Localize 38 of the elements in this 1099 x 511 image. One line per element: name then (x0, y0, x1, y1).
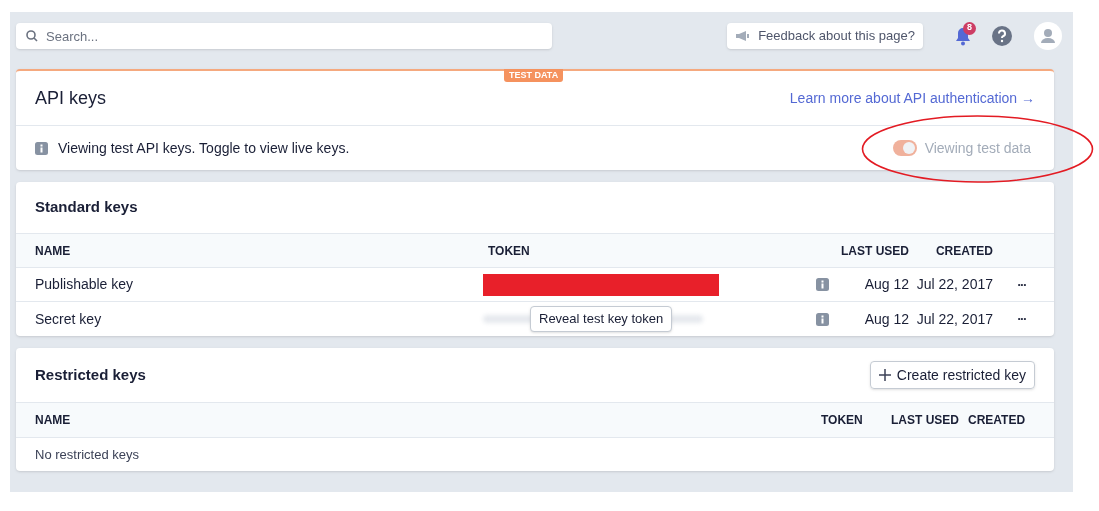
toggle-label: Viewing test data (924, 138, 1031, 158)
api-authentication-link[interactable]: Learn more about API authentication → (789, 87, 1035, 109)
section-title: Standard keys (35, 197, 138, 218)
test-keys-notice: Viewing test API keys. Toggle to view live keys. (58, 138, 350, 158)
key-name: Publishable key (35, 275, 135, 294)
megaphone-icon (735, 30, 751, 42)
create-restricted-key-button[interactable]: Create restricted key (869, 361, 1035, 389)
info-icon (815, 278, 829, 291)
column-header: TOKEN (488, 242, 531, 260)
last-used-cell-text: Aug 12 (864, 275, 909, 294)
column-header: CREATED (968, 412, 1027, 429)
last-used-cell-text: Aug 12 (864, 309, 909, 329)
search-field[interactable]: Search... (16, 23, 552, 49)
created-cell-text: Jul 22, 2017 (916, 309, 993, 329)
info-icon (35, 141, 48, 155)
column-header: NAME (35, 412, 72, 429)
info-icon (815, 312, 829, 326)
page-title: API keys (35, 86, 107, 110)
column-header: LAST USED (891, 412, 960, 429)
more-options-button[interactable]: ••• (1017, 280, 1027, 289)
feedback-button[interactable]: Feedback about this page? (727, 23, 923, 49)
more-options-button[interactable]: ••• (1017, 315, 1027, 323)
empty-state-text: No restricted keys (35, 445, 140, 464)
avatar-icon[interactable] (1034, 22, 1062, 50)
column-header: LAST USED (841, 242, 909, 260)
created-cell-text: Jul 22, 2017 (916, 275, 993, 294)
column-header: NAME (35, 242, 72, 260)
search-icon (26, 30, 38, 42)
reveal-token-button[interactable]: Reveal test key token (530, 306, 673, 332)
help-icon[interactable] (992, 26, 1012, 46)
plus-icon (878, 369, 891, 381)
section-title: Restricted keys (35, 364, 146, 385)
key-name: Secret key (35, 309, 103, 329)
test-data-toggle[interactable] (892, 140, 917, 156)
test-data-badge: TEST DATA (504, 69, 564, 82)
column-header: CREATED (935, 242, 993, 260)
column-header: TOKEN (821, 412, 864, 429)
notification-count: 8 (963, 21, 976, 35)
